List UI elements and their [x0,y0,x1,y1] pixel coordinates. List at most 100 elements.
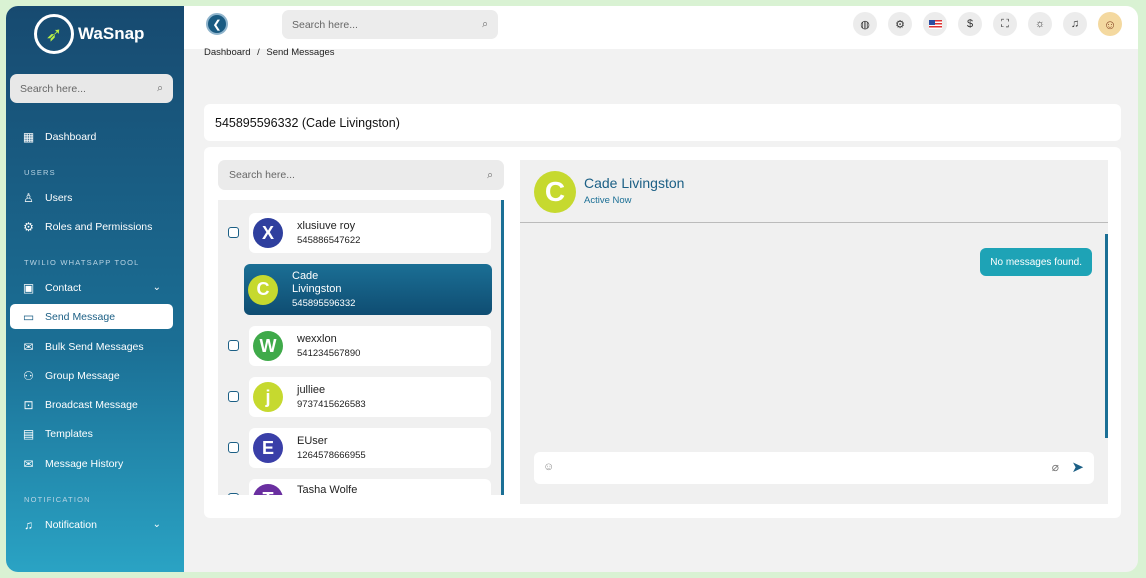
contact-checkbox[interactable] [228,391,239,402]
list-item-selected[interactable]: C Cade Livingston 545895596332 [218,264,498,315]
history-icon: ✉ [23,456,34,471]
conversation-title: 545895596332 (Cade Livingston) [215,115,400,130]
list-item[interactable]: X xlusiuve roy 545886547622 [218,213,498,253]
message-input[interactable]: ☺ ⌀ ➤ [534,452,1094,484]
bell-icon: ♫ [24,517,33,532]
sidebar-item-dashboard[interactable]: ▦ Dashboard [10,124,173,149]
sidebar-item-send-message[interactable]: ▭ Send Message [10,304,173,329]
contact-search-input[interactable]: Search here... ⌕ [218,160,504,190]
app-window: ➶ WaSnap Search here... ⌕ ▦ Dashboard US… [6,6,1138,572]
sidebar-item-users[interactable]: ♙ Users [10,185,173,210]
contact-checkbox[interactable] [228,493,239,495]
list-item[interactable]: T Tasha Wolfe [218,479,498,495]
contact-name-line1: Cade [292,270,319,282]
sidebar-item-label: Send Message [45,310,116,323]
contact-name: EUser [297,435,328,447]
sidebar-search-placeholder: Search here... [20,82,86,95]
bulk-send-icon: ✉ [23,339,34,354]
globe-icon[interactable]: ◍ [853,12,877,36]
chat-contact-name: Cade Livingston [584,175,685,191]
search-icon: ⌕ [482,18,488,30]
sidebar-item-label: Templates [45,427,93,440]
contact-card-selected[interactable]: C Cade Livingston 545895596332 [244,264,492,315]
contact-card[interactable]: X xlusiuve roy 545886547622 [249,213,491,253]
contact-name-line2: Livingston [292,283,342,295]
attachment-icon[interactable]: ⌀ [1052,460,1059,474]
sidebar-item-contact[interactable]: ▣ Contact ⌄ [10,275,173,300]
top-search-input[interactable]: Search here... ⌕ [282,10,498,39]
bell-icon[interactable]: ♫ [1063,12,1087,36]
contact-checkbox[interactable] [228,442,239,453]
contact-avatar: E [253,433,283,463]
chat-scrollbar[interactable] [1105,234,1108,438]
sidebar-item-bulk-send[interactable]: ✉ Bulk Send Messages [10,334,173,359]
empty-messages-notice: No messages found. [980,248,1092,276]
sidebar-item-label: Notification [45,518,97,531]
contact-name: Tasha Wolfe [297,484,358,495]
breadcrumb-current: Send Messages [266,47,335,58]
sidebar-section-notification: NOTIFICATION [24,495,91,504]
sidebar: ➶ WaSnap Search here... ⌕ ▦ Dashboard US… [6,6,184,572]
send-icon[interactable]: ➤ [1071,458,1084,476]
sidebar-search-input[interactable]: Search here... ⌕ [10,74,173,103]
currency-icon[interactable]: $ [958,12,982,36]
brand-name: WaSnap [78,24,145,43]
sidebar-item-templates[interactable]: ▤ Templates [10,421,173,446]
chat-window: C Cade Livingston Active Now No messages… [520,160,1108,504]
sidebar-item-roles[interactable]: ⚙ Roles and Permissions [10,214,173,239]
list-item[interactable]: E EUser 1264578666955 [218,428,498,468]
contact-name: julliee [297,384,326,396]
sidebar-item-label: Contact [45,281,82,294]
contact-phone: 545886547622 [297,235,361,246]
contact-list[interactable]: X xlusiuve roy 545886547622 C Cade Livin… [218,200,504,495]
sidebar-item-message-history[interactable]: ✉ Message History [10,451,173,476]
contact-card[interactable]: W wexxlon 541234567890 [249,326,491,366]
chat-avatar: C [534,171,576,213]
top-bar: ❮ Search here... ⌕ ◍ ⚙ $ ⛶ ☼ ♫ ☺ [184,6,1138,49]
sidebar-item-label: Roles and Permissions [45,220,153,233]
contact-card[interactable]: E EUser 1264578666955 [249,428,491,468]
user-avatar[interactable]: ☺ [1098,12,1122,36]
sidebar-item-label: Bulk Send Messages [45,340,144,353]
list-item[interactable]: W wexxlon 541234567890 [218,326,498,366]
api-icon[interactable]: ⚙ [888,12,912,36]
contact-avatar: T [253,484,283,495]
group-icon: ⚇ [23,368,34,383]
sidebar-item-label: Message History [45,457,124,470]
search-icon: ⌕ [157,82,163,94]
user-icon: ♙ [23,190,34,205]
chat-header: C Cade Livingston Active Now [520,160,1108,223]
contact-checkbox[interactable] [228,340,239,351]
contact-card[interactable]: j julliee 9737415626583 [249,377,491,417]
sidebar-item-notification[interactable]: ♫ Notification ⌄ [10,512,173,537]
sun-icon[interactable]: ☼ [1028,12,1052,36]
sidebar-item-label: Users [45,191,73,204]
contact-phone: 541234567890 [297,348,361,359]
roles-icon: ⚙ [23,219,34,234]
fullscreen-icon[interactable]: ⛶ [993,12,1017,36]
chat-status: Active Now [584,195,632,206]
sidebar-section-users: USERS [24,168,56,177]
brand-logo[interactable]: ➶ WaSnap [34,14,144,54]
search-icon: ⌕ [487,168,493,181]
contact-phone: 1264578666955 [297,450,366,461]
sidebar-item-group-message[interactable]: ⚇ Group Message [10,363,173,388]
sidebar-item-broadcast[interactable]: ⊡ Broadcast Message [10,392,173,417]
sidebar-section-twilio: TWILIO WHATSAPP TOOL [24,258,140,267]
send-message-icon: ▭ [22,309,35,324]
sidebar-item-label: Group Message [45,369,120,382]
emoji-icon[interactable]: ☺ [543,461,554,473]
contact-avatar: j [253,382,283,412]
contact-card[interactable]: T Tasha Wolfe [249,479,491,495]
breadcrumb-root[interactable]: Dashboard [204,47,250,58]
list-item[interactable]: j julliee 9737415626583 [218,377,498,417]
conversation-title-bar: 545895596332 (Cade Livingston) [204,104,1121,141]
contact-name: xlusiuve roy [297,220,356,232]
us-flag-icon[interactable] [923,12,947,36]
sidebar-item-label: Dashboard [45,130,97,143]
sidebar-item-label: Broadcast Message [45,398,138,411]
contact-checkbox[interactable] [228,227,239,238]
collapse-sidebar-button[interactable]: ❮ [206,13,228,35]
contact-phone: 9737415626583 [297,399,366,410]
template-icon: ▤ [22,426,35,441]
